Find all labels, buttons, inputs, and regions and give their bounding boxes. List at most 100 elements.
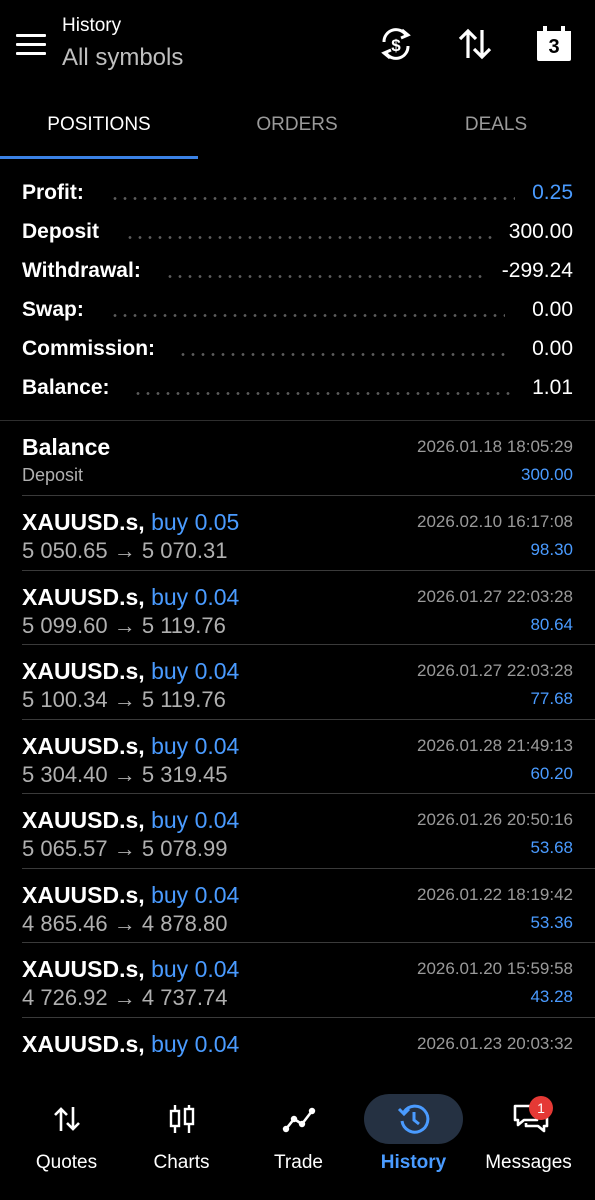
- position-action: buy 0.04: [151, 1030, 240, 1057]
- position-symbol: XAUUSD.s, buy 0.04: [22, 807, 239, 834]
- symbol-name: XAUUSD.s,: [22, 881, 145, 908]
- position-action: buy 0.04: [151, 956, 240, 982]
- summary-label: Balance:: [22, 376, 110, 399]
- position-action: buy 0.04: [151, 583, 240, 610]
- position-date: 2026.01.23 20:03:32: [417, 1033, 573, 1053]
- active-tab-indicator: [0, 156, 198, 159]
- tab-deals[interactable]: DEALS: [397, 92, 595, 162]
- symbol-name: XAUUSD.s,: [22, 956, 145, 982]
- position-profit: 80.64: [530, 614, 573, 634]
- summary-label: Withdrawal:: [22, 259, 141, 282]
- summary-panel: Profit: 0.25 Deposit 300.00 Withdrawal: …: [0, 170, 595, 404]
- position-prices: 5 099.60 → 5 119.76: [22, 612, 226, 638]
- summary-value: 1.01: [532, 376, 573, 399]
- bottom-navigation: Quotes Charts Trade History Messages: [0, 1070, 595, 1200]
- position-date: 2026.01.20 15:59:58: [417, 959, 573, 978]
- dotted-leader: [178, 353, 505, 356]
- list-item[interactable]: XAUUSD.s, buy 0.04 2026.01.23 20:03:32: [22, 1018, 595, 1069]
- list-item[interactable]: XAUUSD.s, buy 0.04 5 304.40 → 5 319.45 2…: [22, 720, 595, 794]
- calendar-icon[interactable]: 3: [534, 24, 574, 64]
- summary-value: 0.00: [532, 298, 573, 321]
- position-date: 2026.01.22 18:19:42: [417, 884, 573, 904]
- position-profit: 53.36: [530, 912, 573, 932]
- nav-trade[interactable]: Trade: [239, 1070, 358, 1200]
- calendar-day: 3: [548, 36, 560, 58]
- position-action: buy 0.04: [151, 732, 240, 759]
- position-symbol: XAUUSD.s, buy 0.04: [22, 584, 239, 611]
- position-date: 2026.01.28 21:49:13: [417, 735, 573, 755]
- dotted-leader: [110, 314, 505, 317]
- nav-quotes[interactable]: Quotes: [7, 1070, 126, 1200]
- candlestick-icon: [165, 1102, 199, 1136]
- position-profit: 60.20: [530, 763, 573, 783]
- entry-title: Balance: [22, 434, 111, 460]
- summary-label: Swap:: [22, 298, 84, 321]
- symbol-name: XAUUSD.s,: [22, 807, 145, 833]
- symbol-name: XAUUSD.s,: [22, 1030, 145, 1057]
- symbol-name: XAUUSD.s,: [22, 658, 145, 684]
- position-symbol: XAUUSD.s, buy 0.04: [22, 733, 239, 760]
- summary-value: 300.00: [508, 220, 573, 243]
- position-action: buy 0.04: [151, 658, 240, 684]
- list-item[interactable]: XAUUSD.s, buy 0.04 4 726.92 → 4 737.74 2…: [22, 943, 595, 1018]
- tab-orders[interactable]: ORDERS: [198, 92, 396, 162]
- position-prices: 5 100.34 → 5 119.76: [22, 687, 226, 712]
- position-action: buy 0.04: [151, 881, 240, 908]
- symbol-name: XAUUSD.s,: [22, 509, 145, 535]
- symbol-filter[interactable]: All symbols: [62, 44, 183, 72]
- dotted-leader: [110, 197, 515, 200]
- position-profit: 43.28: [530, 987, 573, 1006]
- summary-label: Commission:: [22, 337, 156, 360]
- position-symbol: XAUUSD.s, buy 0.04: [22, 1031, 239, 1058]
- top-app-bar: History All symbols $ 3: [0, 0, 595, 92]
- trade-icon: [282, 1102, 316, 1136]
- list-item[interactable]: XAUUSD.s, buy 0.04 5 099.60 → 5 119.76 2…: [22, 571, 595, 645]
- summary-label: Deposit: [22, 220, 100, 243]
- position-prices: 4 726.92 → 4 737.74: [22, 985, 228, 1010]
- nav-history[interactable]: History: [354, 1070, 473, 1200]
- position-prices: 5 065.57 → 5 078.99: [22, 836, 228, 861]
- summary-commission-row: Commission: 0.00: [0, 326, 595, 365]
- entry-date: 2026.01.18 18:05:29: [417, 437, 573, 456]
- dotted-leader: [165, 275, 485, 278]
- tab-positions[interactable]: POSITIONS: [0, 92, 198, 162]
- nav-label: Charts: [153, 1152, 210, 1173]
- svg-text:$: $: [391, 36, 401, 55]
- messages-badge: 1: [529, 1096, 553, 1120]
- position-prices: 5 050.65 → 5 070.31: [22, 538, 228, 563]
- position-prices: 5 304.40 → 5 319.45: [22, 761, 228, 787]
- list-item[interactable]: XAUUSD.s, buy 0.04 4 865.46 → 4 878.80 2…: [22, 869, 595, 943]
- list-item[interactable]: XAUUSD.s, buy 0.04 5 100.34 → 5 119.76 2…: [22, 645, 595, 720]
- summary-deposit-row: Deposit 300.00: [0, 209, 595, 248]
- list-item[interactable]: XAUUSD.s, buy 0.04 5 065.57 → 5 078.99 2…: [22, 794, 595, 869]
- menu-icon[interactable]: [16, 34, 46, 56]
- quotes-icon: [50, 1102, 84, 1136]
- currency-exchange-icon[interactable]: $: [376, 24, 416, 64]
- entry-subtitle: Deposit: [22, 465, 84, 485]
- dotted-leader: [125, 236, 495, 239]
- page-title: History: [62, 15, 122, 36]
- summary-balance-row: Balance: 1.01: [0, 365, 595, 404]
- nav-charts[interactable]: Charts: [122, 1070, 241, 1200]
- dotted-leader: [133, 392, 515, 395]
- nav-label: History: [380, 1152, 447, 1173]
- history-list[interactable]: Balance Deposit 2026.01.18 18:05:29 300.…: [0, 421, 595, 1068]
- position-symbol: XAUUSD.s, buy 0.04: [22, 882, 239, 909]
- nav-label: Messages: [485, 1152, 572, 1173]
- summary-withdrawal-row: Withdrawal: -299.24: [0, 248, 595, 287]
- list-item[interactable]: XAUUSD.s, buy 0.05 5 050.65 → 5 070.31 2…: [22, 496, 595, 571]
- position-prices: 4 865.46 → 4 878.80: [22, 910, 228, 936]
- entry-amount: 300.00: [521, 465, 573, 484]
- nav-messages[interactable]: Messages: [469, 1070, 588, 1200]
- balance-entry[interactable]: Balance Deposit 2026.01.18 18:05:29 300.…: [22, 421, 595, 496]
- position-profit: 53.68: [530, 838, 573, 857]
- position-date: 2026.01.27 22:03:28: [417, 661, 573, 680]
- sort-icon[interactable]: [455, 24, 495, 64]
- summary-value: -299.24: [501, 259, 573, 282]
- tab-bar: POSITIONS ORDERS DEALS: [0, 92, 595, 162]
- position-date: 2026.01.26 20:50:16: [417, 810, 573, 829]
- symbol-name: XAUUSD.s,: [22, 583, 145, 610]
- position-profit: 77.68: [530, 689, 573, 708]
- position-date: 2026.02.10 16:17:08: [417, 512, 573, 531]
- position-date: 2026.01.27 22:03:28: [417, 586, 573, 606]
